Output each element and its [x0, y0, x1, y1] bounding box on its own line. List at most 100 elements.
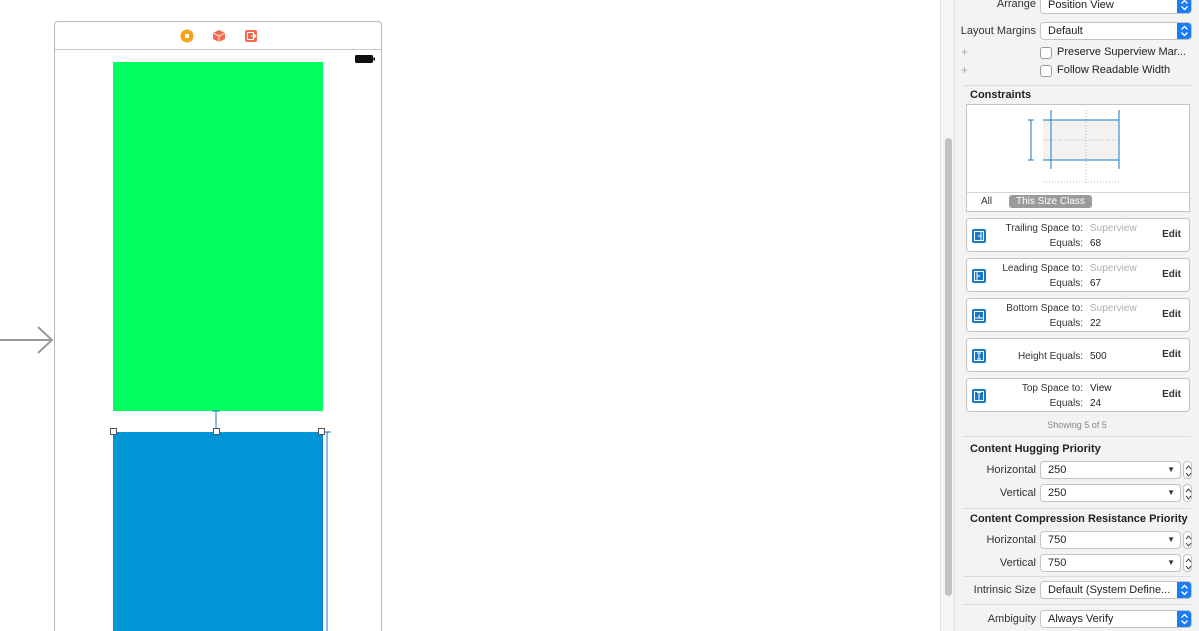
constraint-target: Superview	[1090, 223, 1137, 234]
layout-margins-value: Default	[1048, 25, 1083, 37]
size-inspector: Arrange Position View Layout Margins Def…	[955, 0, 1199, 631]
layout-margins-popup[interactable]: Default	[1040, 22, 1192, 40]
compression-horizontal-combo[interactable]: 750 ▼	[1040, 531, 1181, 549]
constraint-value: 67	[1090, 278, 1102, 289]
view-controller-icon[interactable]	[180, 29, 194, 43]
follow-readable-checkbox[interactable]	[1040, 65, 1052, 77]
add-variation-plus-icon[interactable]: +	[961, 63, 968, 77]
exit-icon[interactable]	[244, 29, 258, 43]
hugging-vertical-stepper[interactable]	[1183, 484, 1192, 502]
compression-vertical-stepper[interactable]	[1183, 554, 1192, 572]
constraint-target: View	[1090, 383, 1112, 394]
height-icon	[972, 349, 986, 363]
resize-handle-top-right[interactable]	[318, 428, 325, 435]
follow-readable-label: Follow Readable Width	[1057, 64, 1171, 76]
constraint-label: Top Space to:	[1021, 383, 1083, 394]
compression-horizontal-label: Horizontal	[986, 534, 1036, 546]
scrollbar-thumb[interactable]	[945, 138, 952, 596]
ambiguity-value: Always Verify	[1048, 613, 1114, 625]
view-controller-scene[interactable]	[54, 21, 382, 631]
divider	[963, 85, 1191, 86]
compression-title: Content Compression Resistance Priority	[970, 513, 1188, 525]
hugging-horizontal-combo[interactable]: 250 ▼	[1040, 461, 1181, 479]
hugging-vertical-combo[interactable]: 250 ▼	[1040, 484, 1181, 502]
constraint-leading-space[interactable]: Leading Space to: Superview Equals: 67 E…	[966, 258, 1190, 292]
popup-stepper-icon	[1177, 0, 1191, 13]
arrange-value: Position View	[1048, 0, 1114, 11]
preserve-superview-label: Preserve Superview Mar...	[1057, 46, 1186, 58]
ambiguity-popup[interactable]: Always Verify	[1040, 610, 1192, 628]
battery-icon	[355, 55, 375, 63]
constraint-value: 22	[1090, 318, 1102, 329]
constraint-top-space[interactable]: Top Space to: View Equals: 24 Edit	[966, 378, 1190, 412]
constraint-height[interactable]: Height Equals: 500 Edit	[966, 338, 1190, 372]
compression-horizontal-value: 750	[1048, 534, 1067, 546]
tab-this-size-class[interactable]: This Size Class	[1009, 195, 1092, 208]
compression-vertical-label: Vertical	[999, 557, 1036, 569]
constraint-target: Superview	[1090, 263, 1137, 274]
scene-dock	[55, 22, 381, 50]
popup-stepper-icon	[1177, 23, 1191, 39]
green-view[interactable]	[113, 62, 323, 411]
add-variation-plus-icon[interactable]: +	[961, 45, 968, 59]
bottom-space-icon	[972, 309, 986, 323]
top-space-icon	[972, 389, 986, 403]
storyboard-canvas[interactable]	[0, 0, 940, 631]
constraint-label: Leading Space to:	[1002, 263, 1083, 274]
resize-handle-top-left[interactable]	[110, 428, 117, 435]
constraint-diagram[interactable]: All This Size Class	[966, 104, 1190, 212]
dropdown-caret-icon: ▼	[1167, 558, 1175, 567]
edit-button[interactable]: Edit	[1162, 389, 1181, 400]
popup-stepper-icon	[1177, 582, 1191, 598]
arrange-popup[interactable]: Position View	[1040, 0, 1192, 14]
constraint-equals-label: Equals:	[1049, 318, 1083, 329]
trailing-space-icon	[972, 229, 986, 243]
hugging-vertical-label: Vertical	[999, 487, 1036, 499]
divider	[963, 604, 1191, 605]
hugging-horizontal-value: 250	[1048, 464, 1067, 476]
ambiguity-label: Ambiguity	[987, 613, 1036, 625]
constraint-value: 500	[1090, 351, 1107, 362]
constraint-equals-label: Equals:	[1049, 238, 1083, 249]
edit-button[interactable]: Edit	[1162, 309, 1181, 320]
constraint-target: Superview	[1090, 303, 1137, 314]
intrinsic-size-popup[interactable]: Default (System Define...	[1040, 581, 1192, 599]
resize-handle-top-center[interactable]	[213, 428, 220, 435]
constraint-diagram-graphic	[1028, 110, 1120, 183]
divider	[963, 508, 1191, 509]
divider	[963, 576, 1191, 577]
arrange-label: Arrange	[996, 0, 1036, 10]
divider	[963, 436, 1191, 437]
inspector-scrollbar[interactable]	[940, 0, 955, 631]
constraint-label: Height Equals:	[1017, 351, 1083, 362]
hugging-title: Content Hugging Priority	[970, 443, 1101, 455]
first-responder-icon[interactable]	[212, 29, 226, 43]
edit-button[interactable]: Edit	[1162, 229, 1181, 240]
constraints-title: Constraints	[970, 89, 1032, 101]
constraint-trailing-space[interactable]: Trailing Space to: Superview Equals: 68 …	[966, 218, 1190, 252]
blue-view[interactable]	[113, 432, 323, 631]
intrinsic-size-label: Intrinsic Size	[973, 584, 1036, 596]
constraint-label: Trailing Space to:	[1005, 223, 1083, 234]
edit-button[interactable]: Edit	[1162, 269, 1181, 280]
constraint-bottom-space[interactable]: Bottom Space to: Superview Equals: 22 Ed…	[966, 298, 1190, 332]
edit-button[interactable]: Edit	[1162, 349, 1181, 360]
constraint-value: 68	[1090, 238, 1102, 249]
hugging-horizontal-stepper[interactable]	[1183, 461, 1192, 479]
compression-horizontal-stepper[interactable]	[1183, 531, 1192, 549]
compression-vertical-combo[interactable]: 750 ▼	[1040, 554, 1181, 572]
constraint-label: Bottom Space to:	[1006, 303, 1083, 314]
constraint-value: 24	[1090, 398, 1102, 409]
popup-stepper-icon	[1177, 611, 1191, 627]
leading-space-icon	[972, 269, 986, 283]
preserve-superview-checkbox[interactable]	[1040, 47, 1052, 59]
layout-margins-label: Layout Margins	[960, 25, 1036, 37]
compression-vertical-value: 750	[1048, 557, 1067, 569]
constraint-equals-label: Equals:	[1049, 278, 1083, 289]
tab-all[interactable]: All	[981, 196, 992, 207]
constraint-equals-label: Equals:	[1049, 398, 1083, 409]
size-class-tabs: All This Size Class	[967, 192, 1189, 211]
hugging-vertical-value: 250	[1048, 487, 1067, 499]
hugging-horizontal-label: Horizontal	[986, 464, 1036, 476]
dropdown-caret-icon: ▼	[1167, 535, 1175, 544]
